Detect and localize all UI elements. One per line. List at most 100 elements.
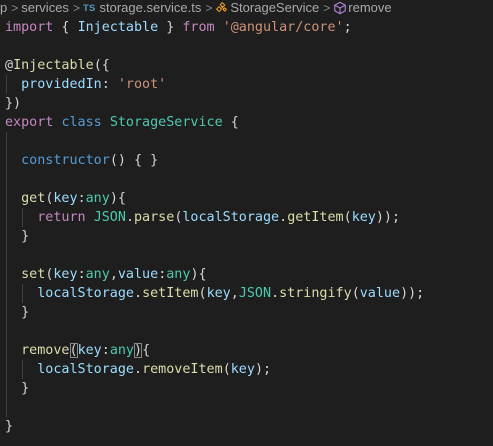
punctuation: )); xyxy=(375,210,401,225)
indent-guide xyxy=(6,227,7,246)
colon: : xyxy=(101,77,118,92)
colon: : xyxy=(77,191,86,206)
code-line-3[interactable]: @Injectable({ xyxy=(0,56,493,75)
breadcrumb-item-services[interactable]: services xyxy=(21,0,69,15)
string-value: 'root' xyxy=(117,77,167,92)
method-symbol-icon xyxy=(334,1,347,15)
code-editor[interactable]: p > services > TS storage.service.ts > StorageS… xyxy=(0,0,493,446)
code-line-9[interactable] xyxy=(0,170,493,189)
code-area[interactable]: import { Injectable } from '@angular/cor… xyxy=(0,18,493,436)
class-name: StorageService xyxy=(109,115,223,130)
argument: value xyxy=(359,286,401,301)
brace: { xyxy=(222,115,239,130)
indent-guide xyxy=(6,189,7,208)
property-key: providedIn xyxy=(21,77,102,92)
colon: : xyxy=(101,343,110,358)
brace: } xyxy=(5,419,14,434)
brace: { xyxy=(53,20,78,35)
indent-guide xyxy=(6,303,7,322)
breadcrumb-item-class[interactable]: StorageService xyxy=(230,0,319,15)
code-line-22[interactable]: } xyxy=(0,417,493,436)
parameter: value xyxy=(117,267,159,282)
indent-guide xyxy=(22,208,23,227)
indent-guide xyxy=(6,75,7,94)
dot: . xyxy=(134,362,143,377)
breadcrumb-item-file[interactable]: storage.service.ts xyxy=(100,0,202,15)
breadcrumb: p > services > TS storage.service.ts > StorageS… xyxy=(0,0,493,15)
code-line-1[interactable]: import { Injectable } from '@angular/cor… xyxy=(0,18,493,37)
module-path-string: '@angular/core' xyxy=(222,20,344,35)
code-line-10[interactable]: get(key:any){ xyxy=(0,189,493,208)
indent-guide xyxy=(22,284,23,303)
decorator-name: Injectable xyxy=(13,58,94,73)
type-annotation: any xyxy=(166,267,191,282)
method-name: get xyxy=(21,191,46,206)
constructor-keyword: constructor xyxy=(21,153,110,168)
brace: } xyxy=(21,305,30,320)
global-variable: localStorage xyxy=(37,286,134,301)
punctuation: ){ xyxy=(109,191,126,206)
method-call: getItem xyxy=(287,210,344,225)
indent-guide xyxy=(6,208,7,227)
code-line-2[interactable] xyxy=(0,37,493,56)
code-line-12[interactable]: } xyxy=(0,227,493,246)
indent-guide xyxy=(6,132,7,151)
return-keyword: return xyxy=(37,210,86,225)
indent-guide xyxy=(6,151,7,170)
dot: . xyxy=(125,210,134,225)
method-name: set xyxy=(21,267,46,282)
punctuation: ){ xyxy=(190,267,207,282)
breadcrumb-item-method[interactable]: remove xyxy=(348,0,391,15)
matched-paren: ( xyxy=(69,343,78,358)
code-line-14[interactable]: set(key:any,value:any){ xyxy=(0,265,493,284)
decorator-at: @ xyxy=(5,58,14,73)
punctuation: ({ xyxy=(93,58,110,73)
method-call: setItem xyxy=(142,286,199,301)
indent-guide xyxy=(6,398,7,417)
indent-guide xyxy=(6,341,7,360)
breadcrumb-separator-icon: > xyxy=(72,1,80,15)
type-annotation: any xyxy=(85,267,110,282)
dot: . xyxy=(271,286,280,301)
global-object: JSON xyxy=(238,286,272,301)
colon: : xyxy=(77,267,86,282)
paren: ( xyxy=(222,362,231,377)
code-line-7[interactable] xyxy=(0,132,493,151)
indent-guide xyxy=(6,322,7,341)
brace: } xyxy=(158,20,183,35)
brace: } xyxy=(21,229,30,244)
matched-paren: ) xyxy=(134,343,143,358)
imported-name: Injectable xyxy=(77,20,159,35)
punctuation: ); xyxy=(254,362,272,377)
global-variable: localStorage xyxy=(37,362,134,377)
code-line-13[interactable] xyxy=(0,246,493,265)
brace: } xyxy=(21,381,30,396)
argument: key xyxy=(206,286,231,301)
code-line-21[interactable] xyxy=(0,398,493,417)
comma: , xyxy=(230,286,239,301)
dot: . xyxy=(134,286,143,301)
parameter: key xyxy=(77,343,102,358)
code-line-16[interactable]: } xyxy=(0,303,493,322)
code-line-18[interactable]: remove(key:any){ xyxy=(0,341,493,360)
code-line-11[interactable]: return JSON.parse(localStorage.getItem(k… xyxy=(0,208,493,227)
import-keyword: import xyxy=(5,20,54,35)
breadcrumb-item-folder-partial[interactable]: p xyxy=(0,0,7,15)
indent-guide xyxy=(22,360,23,379)
type-annotation: any xyxy=(109,343,134,358)
code-line-17[interactable] xyxy=(0,322,493,341)
code-line-4[interactable]: providedIn: 'root' xyxy=(0,75,493,94)
code-line-20[interactable]: } xyxy=(0,379,493,398)
parameter: key xyxy=(53,267,78,282)
method-call: parse xyxy=(134,210,175,225)
type-annotation: any xyxy=(85,191,110,206)
code-line-5[interactable]: }) xyxy=(0,94,493,113)
punctuation: () { } xyxy=(109,153,159,168)
code-line-15[interactable]: localStorage.setItem(key,JSON.stringify(… xyxy=(0,284,493,303)
code-line-8[interactable]: constructor() { } xyxy=(0,151,493,170)
code-line-19[interactable]: localStorage.removeItem(key); xyxy=(0,360,493,379)
code-line-6[interactable]: export class StorageService { xyxy=(0,113,493,132)
punctuation: }) xyxy=(5,96,22,111)
